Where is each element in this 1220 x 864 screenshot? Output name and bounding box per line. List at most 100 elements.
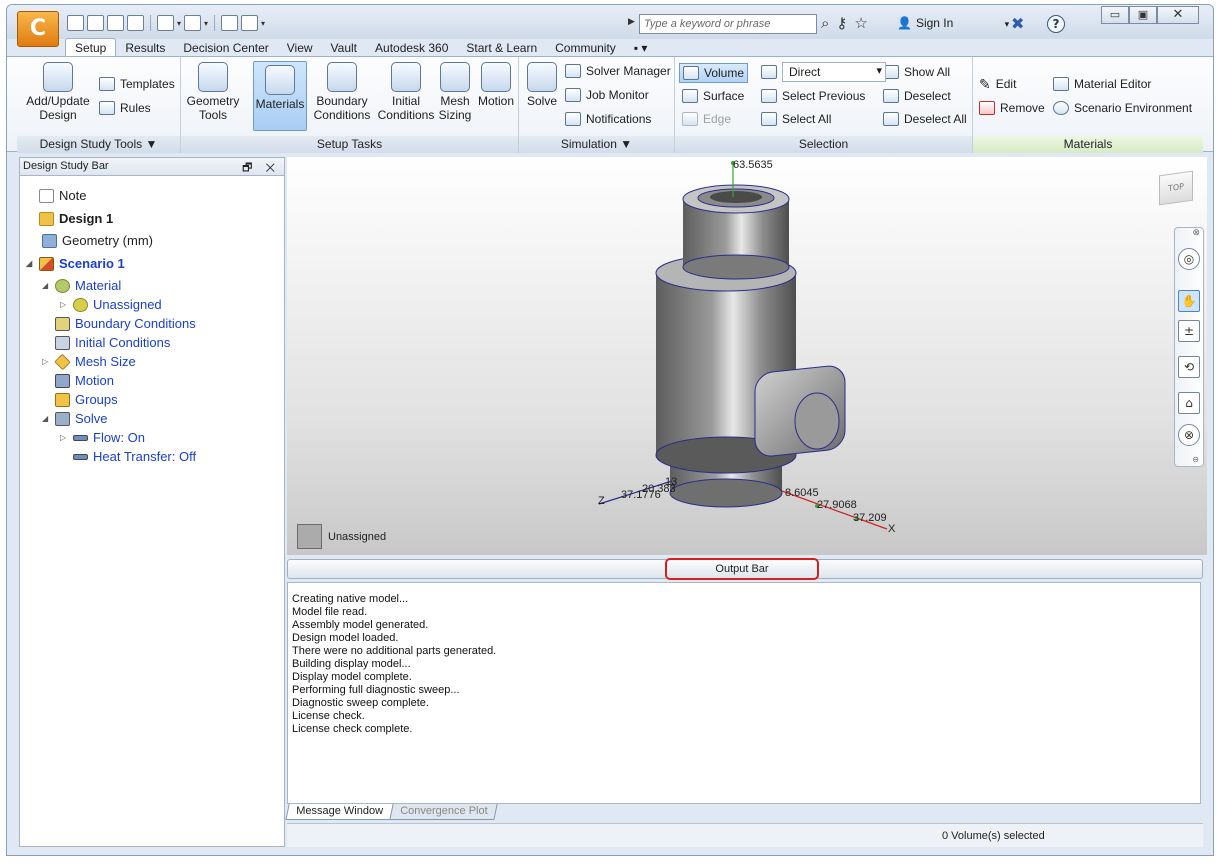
tab-message-window[interactable]: Message Window — [285, 804, 394, 820]
solve-button[interactable]: Solve — [523, 62, 561, 108]
solver-manager-button[interactable]: Solver Manager — [565, 61, 671, 81]
exchange-apps-icon[interactable]: ✖ — [1011, 14, 1024, 33]
save-as-icon[interactable] — [127, 15, 144, 31]
tree-item-motion[interactable]: Motion — [55, 371, 114, 390]
sign-in-button[interactable]: 👤 Sign In ▾ — [893, 16, 1009, 30]
tree-item-boundary-conditions[interactable]: Boundary Conditions — [55, 314, 196, 333]
select-previous-button[interactable]: Select Previous — [761, 86, 865, 106]
deselect-button[interactable]: Deselect — [883, 86, 951, 106]
rules-button[interactable]: Rules — [99, 98, 151, 118]
templates-button[interactable]: Templates — [99, 74, 175, 94]
panel-controls[interactable]: 🗗 ✕ — [242, 159, 280, 178]
select-dropdown-icon[interactable]: ▾ — [177, 19, 181, 28]
tree-item-scenario[interactable]: ◢ Scenario 1 — [26, 254, 125, 273]
tree-item-groups[interactable]: Groups — [55, 390, 118, 409]
close-button[interactable]: ✕ — [1157, 6, 1199, 24]
application-menu-button[interactable]: C — [17, 11, 59, 47]
look-at-icon[interactable]: ⌂ — [1178, 392, 1200, 414]
mesh-sizing-button[interactable]: Mesh Sizing — [435, 62, 475, 122]
add-update-design-button[interactable]: Add/Update Design — [23, 62, 93, 122]
collapse-triangle-icon[interactable]: ◢ — [42, 414, 50, 423]
tab-results[interactable]: Results — [116, 39, 174, 56]
tab-autodesk-360[interactable]: Autodesk 360 — [366, 39, 457, 56]
geometry-tools-button[interactable]: Geometry Tools — [185, 62, 241, 122]
edge-selection-button[interactable]: Edge — [682, 109, 731, 129]
volume-selection-button[interactable]: Volume — [679, 63, 749, 83]
zoom-icon[interactable]: ± — [1178, 320, 1200, 342]
surface-selection-button[interactable]: Surface — [682, 86, 744, 106]
collapse-triangle-icon[interactable]: ◢ — [42, 281, 50, 290]
key-icon[interactable]: ⚷ — [836, 14, 847, 32]
collapse-triangle-icon[interactable]: ◢ — [26, 259, 34, 268]
output-bar[interactable]: Output Bar — [287, 558, 1203, 580]
tab-vault[interactable]: Vault — [322, 39, 366, 56]
tree-item-design[interactable]: Design 1 — [26, 209, 113, 228]
help-button[interactable]: ? — [1047, 15, 1065, 33]
selection-mode-dropdown[interactable]: Direct — [782, 62, 886, 82]
pan-hand-icon[interactable]: ✋ — [1178, 290, 1200, 312]
expand-triangle-icon[interactable]: ▷ — [60, 300, 68, 309]
tab-start-learn[interactable]: Start & Learn — [457, 39, 546, 56]
open-folder-icon[interactable] — [87, 15, 104, 31]
edit-material-button[interactable]: ✎ Edit — [979, 74, 1016, 94]
part-side-boss[interactable] — [754, 364, 846, 457]
restore-button[interactable]: ▣ — [1129, 6, 1157, 24]
showmotion-icon[interactable]: ⊗ — [1178, 424, 1200, 446]
tree-item-geometry[interactable]: Geometry (mm) — [42, 231, 153, 250]
keyword-search-input[interactable]: Type a keyword or phrase — [639, 14, 817, 34]
binoculars-icon[interactable]: ⌕ — [821, 14, 829, 32]
expand-triangle-icon[interactable]: ▷ — [60, 433, 68, 442]
window-icon[interactable] — [221, 15, 239, 31]
design-folder-icon — [39, 211, 54, 226]
material-editor-button[interactable]: Material Editor — [1053, 74, 1151, 94]
new-file-icon[interactable] — [67, 15, 84, 31]
tree-item-mesh-size[interactable]: ▷ Mesh Size — [42, 352, 136, 371]
tab-setup[interactable]: Setup — [65, 38, 117, 56]
boundary-conditions-button[interactable]: Boundary Conditions — [311, 62, 373, 122]
tab-convergence-plot[interactable]: Convergence Plot — [389, 804, 498, 820]
layout-icon[interactable] — [241, 15, 259, 31]
design-study-tools-menu[interactable]: Design Study Tools ▼ — [17, 136, 180, 153]
steering-wheel-icon[interactable]: ◎ — [1178, 248, 1200, 270]
part-top-cylinder[interactable] — [682, 184, 790, 280]
remove-material-button[interactable]: Remove — [979, 98, 1045, 118]
search-expand-icon[interactable]: ▶ — [628, 17, 635, 27]
navbar-options-icon[interactable]: ⊖ — [1192, 455, 1199, 464]
tree-item-initial-conditions[interactable]: Initial Conditions — [55, 333, 170, 352]
motion-button[interactable]: Motion — [475, 62, 517, 108]
view-cube[interactable]: TOP — [1159, 170, 1193, 206]
title-tools: ⌕ ⚷ ☆ — [821, 14, 868, 32]
materials-button[interactable]: Materials — [253, 61, 307, 131]
show-all-button[interactable]: Show All — [883, 62, 950, 82]
initial-conditions-button[interactable]: Initial Conditions — [375, 62, 437, 122]
star-icon[interactable]: ☆ — [854, 14, 867, 32]
expand-triangle-icon[interactable]: ▷ — [42, 357, 50, 366]
scenario-environment-button[interactable]: Scenario Environment — [1053, 98, 1192, 118]
graphics-viewport[interactable]: 63.5635 37.1776 20.383 13 Z 8.6045 27.90… — [287, 157, 1207, 555]
close-navbar-icon[interactable]: ⊗ — [1192, 228, 1200, 238]
ribbon-minimize-toggle[interactable]: ▪ ▾ — [625, 39, 657, 56]
customize-toolbar-icon[interactable]: ▾ — [261, 19, 265, 28]
tab-decision-center[interactable]: Decision Center — [174, 39, 277, 56]
minimize-button[interactable]: ▭ — [1101, 6, 1129, 24]
tab-view[interactable]: View — [278, 39, 322, 56]
view-dropdown-icon[interactable]: ▾ — [204, 19, 208, 28]
cube-view-icon[interactable] — [184, 15, 202, 31]
save-icon[interactable] — [107, 15, 124, 31]
select-all-button[interactable]: Select All — [761, 109, 831, 129]
select-icon[interactable] — [157, 15, 174, 31]
tree-item-flow[interactable]: ▷ Flow: On — [60, 428, 145, 447]
message-window[interactable]: Creating native model... Model file read… — [287, 582, 1201, 804]
tab-community[interactable]: Community — [546, 39, 625, 56]
job-monitor-button[interactable]: Job Monitor — [565, 85, 649, 105]
tree-item-note[interactable]: Note — [26, 186, 86, 205]
tree-item-solve[interactable]: ◢ Solve — [42, 409, 108, 428]
orbit-icon[interactable]: ⟲ — [1178, 356, 1200, 378]
tree-item-unassigned[interactable]: ▷ Unassigned — [60, 295, 162, 314]
deselect-all-button[interactable]: Deselect All — [883, 109, 967, 129]
tree-item-material[interactable]: ◢ Material — [42, 276, 121, 295]
tree-item-heat-transfer[interactable]: Heat Transfer: Off — [73, 447, 196, 466]
notifications-button[interactable]: Notifications — [565, 109, 651, 129]
output-bar-button[interactable]: Output Bar — [665, 558, 819, 580]
simulation-menu[interactable]: Simulation ▼ — [519, 136, 674, 153]
